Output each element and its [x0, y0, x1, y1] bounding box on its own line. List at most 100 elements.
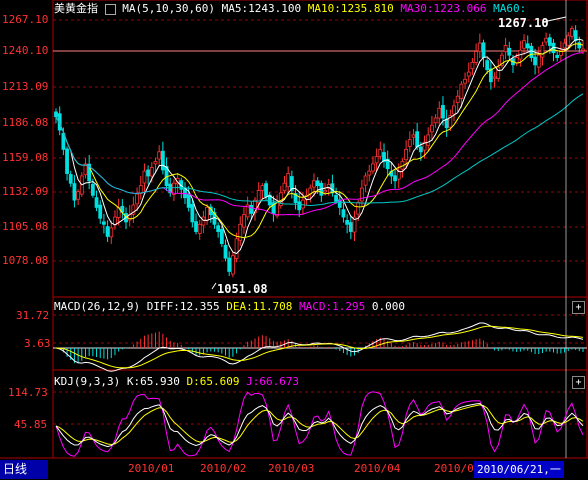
ma5-line: [55, 38, 584, 255]
candle-body: [68, 174, 73, 184]
low-price-label: 1051.08: [217, 282, 268, 296]
candle-body: [205, 206, 209, 221]
candle-body: [455, 95, 460, 104]
instrument-title: 美黄金指: [54, 2, 98, 15]
candle-body: [529, 45, 534, 58]
candle-body: [418, 146, 423, 153]
candle-body: [407, 139, 412, 147]
candle-body: [570, 28, 574, 37]
ma-params: MA(5,10,30,60): [122, 2, 215, 15]
candle-body: [507, 47, 512, 56]
candle-body: [102, 221, 106, 225]
ma5-value: MA5:1243.100: [221, 2, 302, 15]
macd-tick: 31.72: [16, 309, 50, 322]
candle-body: [264, 183, 268, 197]
candle-body: [301, 199, 305, 209]
candle-body: [430, 124, 434, 133]
candle-body: [334, 195, 338, 202]
low-pointer: [211, 282, 217, 290]
candle-body: [470, 62, 475, 70]
candle-body: [562, 42, 567, 49]
candle-body: [371, 163, 375, 172]
candle-body: [374, 156, 379, 164]
price-tick: 1213.09: [2, 80, 49, 93]
kdj-expand-button[interactable]: +: [572, 376, 585, 389]
candle-body: [459, 83, 464, 99]
price-tick: 1240.10: [2, 44, 49, 57]
candle-body: [540, 45, 545, 58]
candle-body: [142, 170, 147, 184]
candle-body: [242, 214, 246, 228]
candle-body: [109, 227, 114, 238]
candle-body: [485, 60, 490, 71]
macd-dea: DEA:11.708: [226, 300, 293, 313]
candle-body: [186, 193, 191, 208]
candle-body: [433, 117, 438, 124]
candle-body: [411, 134, 416, 138]
candle-body: [544, 37, 549, 43]
kdj-d: D:65.609: [186, 375, 240, 388]
candle-body: [297, 201, 302, 211]
d-line: [55, 404, 584, 446]
candle-body: [275, 202, 280, 217]
candle-body: [197, 223, 202, 234]
candle-body: [444, 118, 449, 129]
kdj-params: KDJ(9,3,3): [54, 375, 121, 388]
candle-body: [286, 173, 291, 188]
candle-body: [323, 190, 327, 193]
candle-body: [404, 149, 409, 161]
candle-body: [367, 170, 372, 176]
candle-body: [536, 54, 541, 68]
candle-body: [194, 221, 198, 232]
dea-line: [55, 325, 584, 369]
candle-body: [481, 42, 486, 58]
candle-body: [72, 183, 77, 201]
candle-body: [463, 78, 467, 84]
kdj-tick: 114.73: [8, 386, 48, 399]
ma60-value: MA60:: [493, 2, 527, 15]
candle-body: [227, 257, 232, 272]
x-tick: 2010/01: [128, 462, 175, 475]
candle-body: [249, 204, 254, 214]
candle-body: [525, 43, 530, 49]
macd-tick: 3.63: [24, 337, 51, 350]
kdj-j: J:66.673: [246, 375, 300, 388]
candle-body: [238, 223, 243, 241]
candle-body: [157, 151, 162, 160]
candle-body: [426, 134, 431, 146]
candle-body: [312, 180, 316, 188]
candle-body: [522, 40, 526, 49]
candle-body: [315, 180, 320, 187]
candle-body: [54, 111, 58, 118]
candle-body: [503, 45, 508, 53]
candle-body: [547, 37, 552, 46]
x-tick: 2010/04: [354, 462, 401, 475]
macd-diff: DIFF:12.355: [146, 300, 220, 313]
price-tick: 1186.08: [2, 116, 49, 129]
macd-params: MACD(26,12,9): [54, 300, 141, 313]
candle-body: [345, 219, 350, 225]
price-tick: 1267.10: [2, 13, 49, 26]
kdj-k: K:65.930: [126, 375, 180, 388]
candle-body: [90, 183, 95, 196]
candle-body: [477, 42, 482, 52]
panel-frame: [52, 0, 588, 298]
candle-body: [533, 56, 537, 66]
period-tab[interactable]: 日线: [0, 460, 48, 479]
candle-body: [216, 225, 221, 232]
candle-body: [452, 105, 456, 115]
candle-body: [146, 169, 151, 177]
candle-body: [160, 150, 165, 171]
candle-body: [94, 197, 99, 208]
price-tick: 1132.09: [2, 185, 49, 198]
candle-body: [378, 149, 383, 157]
candle-body: [234, 238, 239, 259]
candle-body: [363, 175, 368, 186]
candle-body: [348, 222, 353, 232]
candle-body: [492, 76, 497, 79]
ma30-value: MA30:1223.066: [400, 2, 487, 15]
candle-body: [105, 226, 110, 237]
candle-body: [219, 229, 224, 245]
macd-expand-button[interactable]: +: [572, 301, 585, 314]
candle-body: [260, 185, 265, 191]
